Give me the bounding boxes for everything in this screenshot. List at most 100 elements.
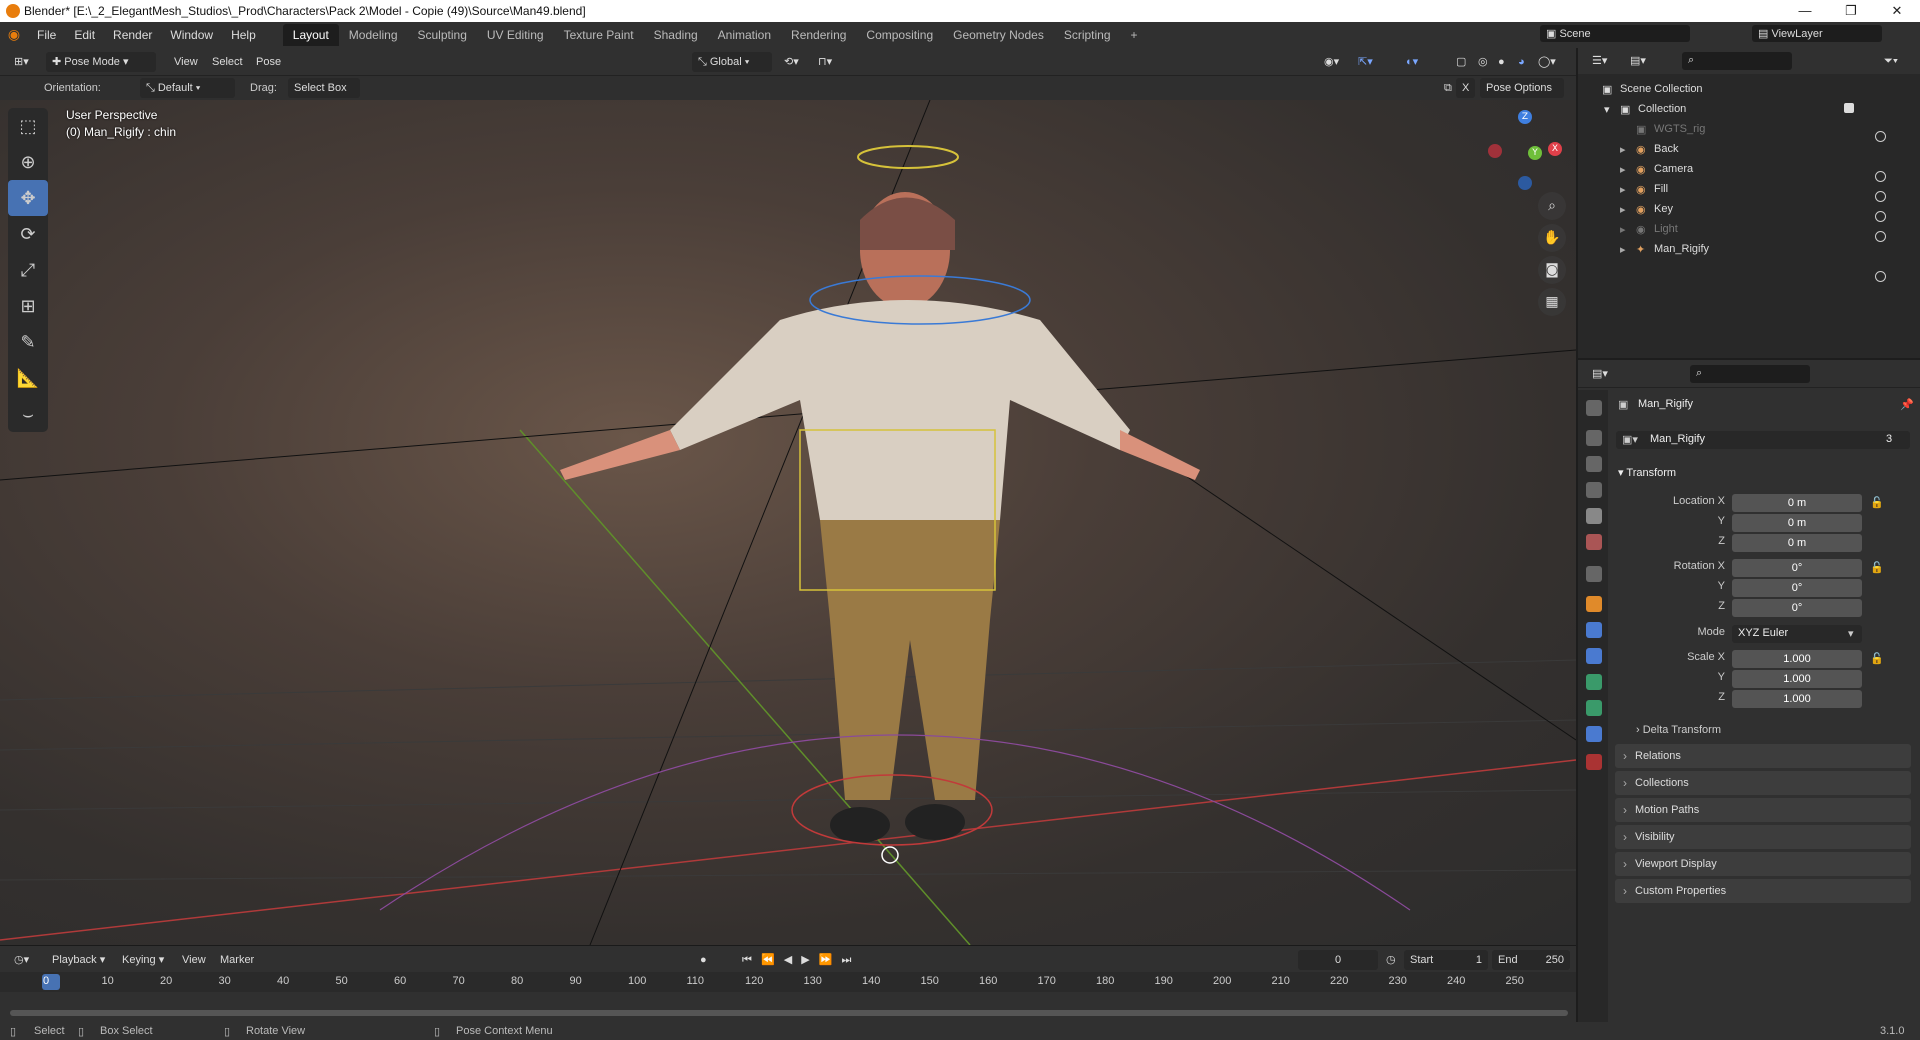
annotate-tool-icon[interactable]: ✎	[8, 324, 48, 360]
motion-paths-panel[interactable]: Motion Paths	[1615, 798, 1911, 822]
scene-tab-icon[interactable]	[1586, 508, 1602, 524]
texture-tab-icon[interactable]	[1586, 754, 1602, 770]
rendered-shading-icon[interactable]: ◯▾	[1532, 52, 1562, 72]
navigation-gizmo[interactable]: Z X Y	[1484, 110, 1564, 190]
xray-icon[interactable]: ▢	[1450, 52, 1472, 72]
gizmo-y-axis[interactable]: Y	[1528, 146, 1542, 160]
outliner-row-collection[interactable]: ▾ ▣ Collection	[1578, 100, 1920, 120]
select-menu[interactable]: Select	[206, 52, 249, 72]
playback-menu[interactable]: Playback ▾	[46, 950, 111, 970]
overlay-toggle-icon[interactable]: ◐▾	[1400, 52, 1424, 72]
delta-transform-subpanel[interactable]: › Delta Transform	[1636, 724, 1721, 736]
scale-tool-icon[interactable]: ⤢	[8, 252, 48, 288]
gizmo-neg-z[interactable]	[1518, 176, 1532, 190]
pose-options-dropdown[interactable]: Pose Options ▾	[1480, 78, 1564, 114]
outliner-row-camera[interactable]: ▸ ◉ Camera	[1578, 160, 1920, 180]
gizmo-neg-x[interactable]	[1488, 144, 1502, 158]
add-workspace-icon[interactable]: +	[1121, 24, 1148, 46]
tab-sculpting[interactable]: Sculpting	[408, 24, 477, 46]
mirror-x-toggle[interactable]: X	[1456, 78, 1476, 98]
gizmo-z-axis[interactable]: Z	[1518, 110, 1532, 124]
bone-constraint-tab-icon[interactable]	[1586, 726, 1602, 742]
outliner-row-back[interactable]: ▸ ◉ Back	[1578, 140, 1920, 160]
rotation-z-field[interactable]: 0°	[1732, 599, 1862, 617]
relax-pose-tool-icon[interactable]: ⌣	[8, 396, 48, 432]
marker-menu[interactable]: Marker	[214, 950, 260, 970]
pivot-icon[interactable]: ⟲▾	[778, 52, 805, 72]
eye-icon[interactable]	[1875, 211, 1886, 222]
menu-window[interactable]: Window	[161, 28, 222, 42]
mode-selector[interactable]: ✚ Pose Mode ▾	[46, 52, 156, 72]
record-icon[interactable]: ●	[694, 950, 713, 970]
object-tab-icon[interactable]	[1586, 596, 1602, 612]
outliner-search-field[interactable]: ⌕	[1682, 52, 1792, 70]
viewport-display-panel[interactable]: Viewport Display	[1615, 852, 1911, 876]
display-mode-icon[interactable]: ▤▾	[1624, 51, 1652, 71]
rotation-x-field[interactable]: 0°	[1732, 559, 1862, 577]
minimize-button[interactable]: —	[1782, 0, 1828, 22]
outliner-row-wgts[interactable]: ▣ WGTS_rig	[1578, 120, 1920, 140]
rotate-tool-icon[interactable]: ⟳	[8, 216, 48, 252]
cursor-tool-icon[interactable]: ⊕	[8, 144, 48, 180]
measure-tool-icon[interactable]: 📐	[8, 360, 48, 396]
output-tab-icon[interactable]	[1586, 456, 1602, 472]
scale-y-field[interactable]: 1.000	[1732, 670, 1862, 688]
tool-tab-icon[interactable]	[1586, 400, 1602, 416]
drag-dropdown[interactable]: Select Box ▾	[288, 78, 360, 114]
modifier-tab-icon[interactable]	[1586, 622, 1602, 638]
bone-tab-icon[interactable]	[1586, 700, 1602, 716]
menu-edit[interactable]: Edit	[65, 28, 104, 42]
end-frame-field[interactable]: End 250	[1492, 950, 1570, 970]
outliner-row-light[interactable]: ▸ ◉ Light	[1578, 220, 1920, 240]
pin-icon[interactable]: 📌	[1900, 398, 1914, 411]
menu-help[interactable]: Help	[222, 28, 265, 42]
snap-icon[interactable]: ⊓▾	[812, 52, 838, 72]
gizmo-x-axis[interactable]: X	[1548, 142, 1562, 156]
camera-view-icon[interactable]: ◙	[1538, 256, 1566, 284]
visibility-panel[interactable]: Visibility	[1615, 825, 1911, 849]
timeline-scrollbar[interactable]	[10, 1010, 1568, 1016]
physics-tab-icon[interactable]	[1586, 648, 1602, 664]
properties-search-field[interactable]: ⌕	[1690, 365, 1810, 383]
transform-tool-icon[interactable]: ⊞	[8, 288, 48, 324]
move-tool-icon[interactable]: ✥	[8, 180, 48, 216]
relations-panel[interactable]: Relations	[1615, 744, 1911, 768]
frame-ruler[interactable]: 0 10 20 30 40 50 60 70 80 90 100 110 120 130 140 150 160…	[0, 972, 1576, 992]
tab-animation[interactable]: Animation	[708, 24, 781, 46]
ortho-grid-icon[interactable]: ▦	[1538, 288, 1566, 316]
location-x-field[interactable]: 0 m	[1732, 494, 1862, 512]
world-tab-icon[interactable]	[1586, 534, 1602, 550]
keying-menu[interactable]: Keying ▾	[116, 950, 170, 970]
select-box-tool-icon[interactable]: ⬚	[8, 108, 48, 144]
tab-geometry-nodes[interactable]: Geometry Nodes	[943, 24, 1054, 46]
eye-icon[interactable]	[1875, 231, 1886, 242]
preview-range-icon[interactable]: ◷	[1380, 950, 1402, 970]
wireframe-shading-icon[interactable]: ◎	[1472, 52, 1494, 72]
start-frame-field[interactable]: Start 1	[1404, 950, 1488, 970]
orientation-dropdown[interactable]: ⤡ Default ▾	[140, 78, 235, 98]
mirror-icon[interactable]: ⧉	[1438, 78, 1458, 98]
timeline-editor-icon[interactable]: ◷▾	[8, 950, 35, 970]
tab-modeling[interactable]: Modeling	[339, 24, 408, 46]
properties-editor-icon[interactable]: ▤▾	[1586, 364, 1614, 384]
gizmo-toggle-icon[interactable]: ⇱▾	[1352, 52, 1379, 72]
lock-icon[interactable]: 🔓	[1870, 652, 1884, 665]
view-layer-tab-icon[interactable]	[1586, 482, 1602, 498]
lock-icon[interactable]: 🔓	[1870, 496, 1884, 509]
viewlayer-selector[interactable]: ▤ ViewLayer	[1752, 25, 1882, 42]
zoom-icon[interactable]: ⌕	[1538, 192, 1566, 220]
eye-icon[interactable]	[1875, 271, 1886, 282]
outliner-row-man-rigify[interactable]: ▸ ✦ Man_Rigify	[1578, 240, 1920, 260]
menu-file[interactable]: File	[28, 28, 65, 42]
transform-panel-header[interactable]: ▾ Transform	[1618, 466, 1676, 479]
scale-z-field[interactable]: 1.000	[1732, 690, 1862, 708]
checkbox-icon[interactable]	[1844, 103, 1854, 113]
scale-x-field[interactable]: 1.000	[1732, 650, 1862, 668]
playback-controls[interactable]: ⏮ ⏪ ◀ ▶ ⏩ ⏭	[736, 950, 860, 970]
pan-hand-icon[interactable]: ✋	[1538, 224, 1566, 252]
collections-panel[interactable]: Collections	[1615, 771, 1911, 795]
menu-render[interactable]: Render	[104, 28, 161, 42]
object-name-field[interactable]: ▣▾ Man_Rigify 3	[1616, 431, 1910, 449]
rotation-mode-dropdown[interactable]: XYZ Euler ▾	[1732, 625, 1862, 643]
tab-compositing[interactable]: Compositing	[856, 24, 943, 46]
